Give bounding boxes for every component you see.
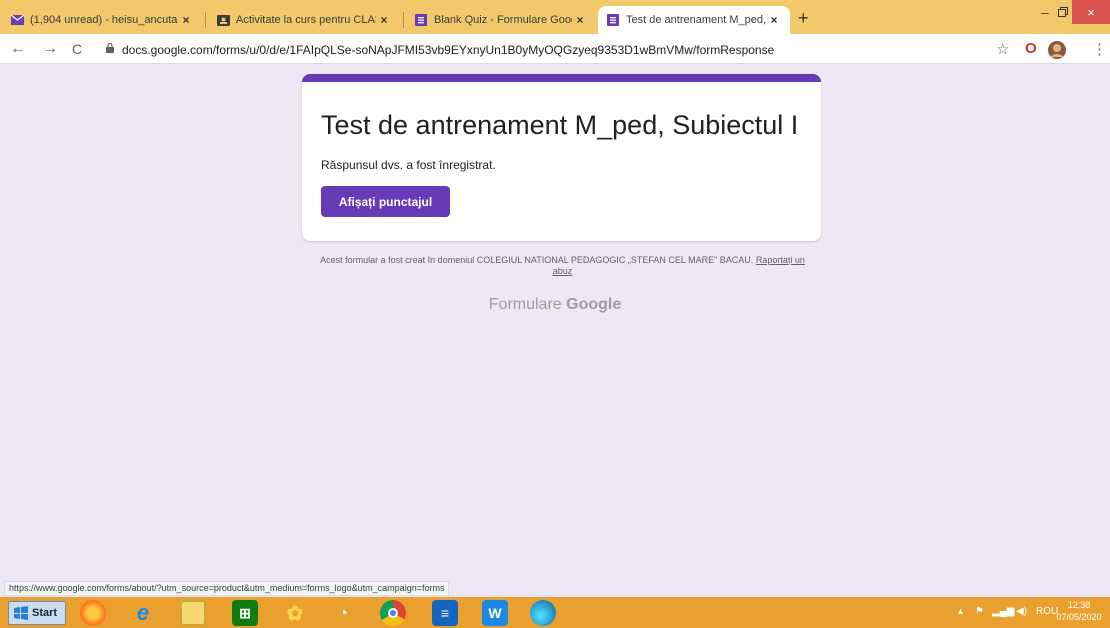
tab-title: Test de antrenament M_ped, Sub [626,14,766,26]
domain-note-text: Acest formular a fost creat în domeniul … [320,255,754,265]
close-icon[interactable]: × [178,13,194,27]
forward-icon[interactable]: → [42,40,58,58]
avatar[interactable] [1048,41,1066,59]
lock-icon [106,43,114,53]
store-icon[interactable]: ⊞ [232,600,258,626]
chrome-icon[interactable] [380,600,406,626]
page-title: Test de antrenament M_ped, Subiectul I [321,110,799,140]
address-bar[interactable]: docs.google.com/forms/u/0/d/e/1FAIpQLSe-… [122,43,774,57]
clock-time: 12:38 [1067,600,1091,610]
close-icon[interactable]: × [376,13,392,27]
firefox-icon[interactable] [80,600,106,626]
link-status-bar: https://www.google.com/forms/about/?utm_… [4,581,450,596]
maximize-icon [1058,7,1068,17]
taskbar: Start e ⊞ ✿ ◔ ≡ W ▴ ⚑ ▂▄▆ ◀) ROU [0,597,1110,628]
file-explorer-icon[interactable] [180,600,206,626]
window-close-button[interactable]: × [1072,0,1110,24]
network-flag-icon[interactable]: ⚑ [975,606,984,617]
tab-title: (1,904 unread) - heisu_ancuta@y [30,14,178,26]
forms-logo[interactable]: Formulare Google [0,296,1110,314]
minimize-button[interactable]: – [1036,0,1054,24]
tab-title: Blank Quiz - Formulare Google [434,14,572,26]
form-card: Test de antrenament M_ped, Subiectul I R… [302,74,821,241]
brand-name: Google [566,296,622,313]
classroom-icon [216,14,230,26]
tray-expand-icon[interactable]: ▴ [958,606,963,617]
tab-mail[interactable]: (1,904 unread) - heisu_ancuta@y × [2,6,202,34]
brand-prefix: Formulare [488,296,562,313]
reload-icon[interactable]: C [72,41,82,57]
tab-strip: (1,904 unread) - heisu_ancuta@y × Activi… [0,0,1110,34]
forms-icon [414,14,428,26]
close-icon[interactable]: × [572,13,588,27]
forms-icon [606,14,620,26]
start-label: Start [32,607,58,619]
close-icon[interactable]: × [766,13,782,27]
back-icon[interactable]: ← [10,40,26,58]
clock[interactable]: 12:38 07/05/2020 [1052,599,1106,623]
document-icon[interactable]: ≡ [432,600,458,626]
mail-icon [10,14,24,26]
paint-palette-icon[interactable]: ◔ [330,600,356,626]
tab-active-form[interactable]: Test de antrenament M_ped, Sub × [598,6,790,34]
internet-explorer-icon[interactable]: e [130,600,156,626]
response-confirmation: Răspunsul dvs. a fost înregistrat. [321,158,496,172]
tab-separator [205,12,206,28]
signal-icon[interactable]: ▂▄▆ [992,606,1014,617]
edge-icon[interactable] [530,600,556,626]
start-button[interactable]: Start [8,601,66,625]
browser-toolbar: ← → C docs.google.com/forms/u/0/d/e/1FAI… [0,34,1110,64]
domain-note: Acest formular a fost creat în domeniul … [310,255,815,277]
windows-logo-icon [14,606,28,620]
tab-separator [403,12,404,28]
opera-icon[interactable]: O [1025,40,1037,57]
tab-blank-quiz[interactable]: Blank Quiz - Formulare Google × [406,6,596,34]
tab-classroom[interactable]: Activitate la curs pentru CLASA A × [208,6,400,34]
clock-date: 07/05/2020 [1056,612,1102,622]
paint-brush-icon[interactable]: ✿ [282,600,308,626]
volume-icon[interactable]: ◀) [1016,606,1027,617]
tab-title: Activitate la curs pentru CLASA A [236,14,376,26]
bookmark-star-icon[interactable]: ☆ [996,40,1009,58]
maximize-button[interactable] [1054,0,1072,24]
menu-icon[interactable]: ⋮ [1092,40,1107,58]
new-tab-button[interactable]: + [798,8,809,29]
view-score-button[interactable]: Afișați punctajul [321,186,450,217]
whiteboard-icon[interactable]: W [482,600,508,626]
